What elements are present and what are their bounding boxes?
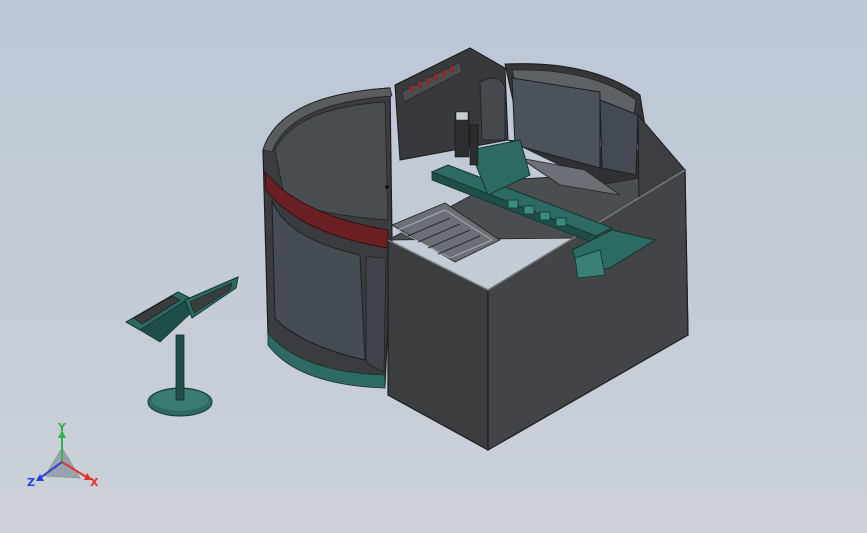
orientation-triad[interactable]: Y X Z xyxy=(27,421,99,489)
control-column[interactable] xyxy=(394,47,509,161)
model-graphics[interactable]: Y X Z xyxy=(0,0,867,533)
operator-pendant[interactable] xyxy=(124,276,239,417)
cad-viewport[interactable]: Y X Z xyxy=(0,0,867,533)
z-axis-label: Z xyxy=(27,476,35,489)
drum-enclosure[interactable] xyxy=(262,87,393,389)
x-axis-label: X xyxy=(90,476,99,489)
y-axis-label: Y xyxy=(57,421,67,434)
